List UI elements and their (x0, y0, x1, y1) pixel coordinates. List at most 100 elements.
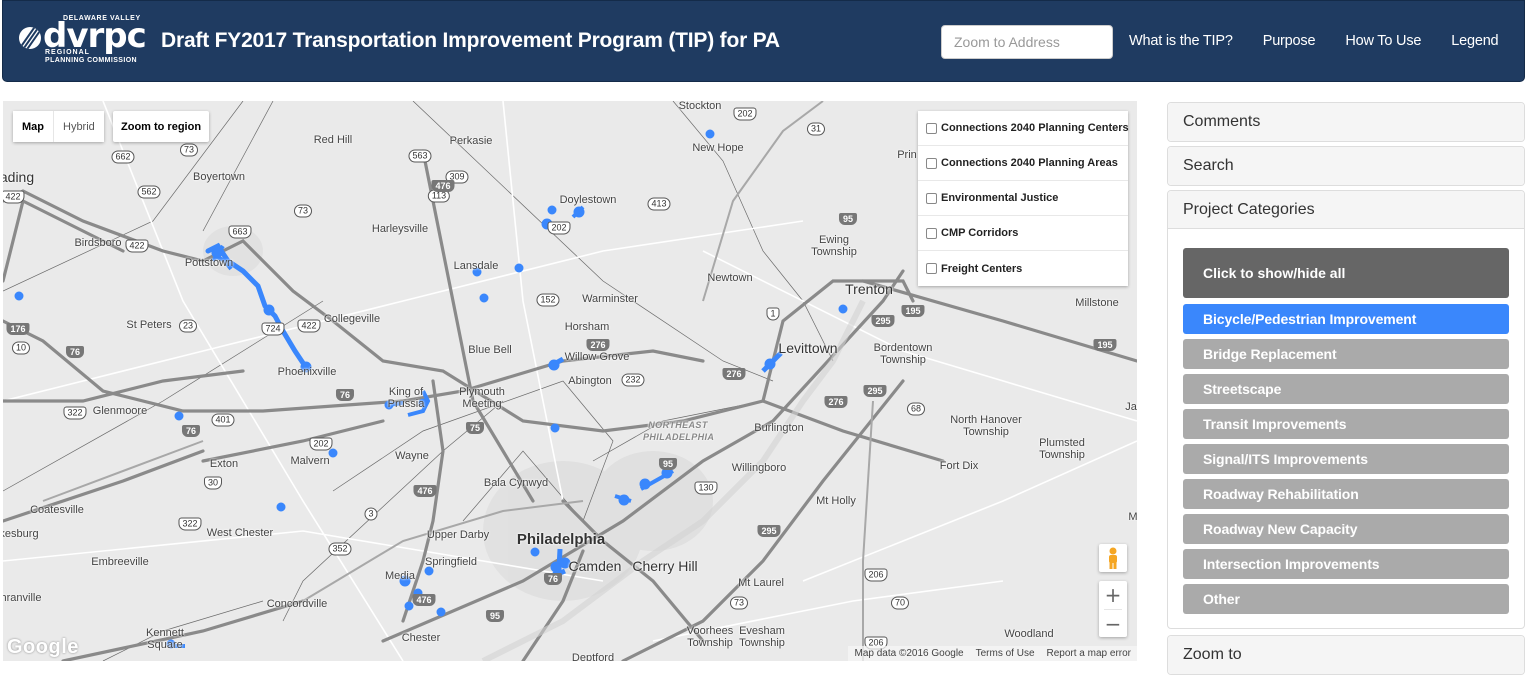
place-label: Mt Holly (816, 495, 856, 507)
zoom-to-region-button[interactable]: Zoom to region (113, 111, 210, 142)
map-type-hybrid-button[interactable]: Hybrid (54, 111, 104, 142)
category-roadway-new-capacity[interactable]: Roadway New Capacity (1183, 514, 1509, 544)
category-bicycle-pedestrian[interactable]: Bicycle/Pedestrian Improvement (1183, 304, 1509, 334)
interstate-shield: 476 (412, 594, 436, 606)
interstate-shield: 295 (757, 525, 781, 537)
street-view-pegman[interactable] (1099, 544, 1127, 572)
map-data-credit: Map data ©2016 Google (854, 648, 964, 659)
layer-label: Freight Centers (941, 262, 1023, 275)
checkbox[interactable] (926, 122, 937, 134)
checkbox[interactable] (926, 263, 937, 274)
layer-label: Connections 2040 Planning Centers (941, 122, 1129, 134)
comments-panel: Comments (1167, 102, 1525, 142)
layer-planning-centers[interactable]: Connections 2040 Planning Centers (918, 111, 1129, 146)
route-shield: 401 (211, 413, 235, 427)
category-bridge-replacement[interactable]: Bridge Replacement (1183, 339, 1509, 369)
pegman-icon (1109, 547, 1117, 569)
project-categories-header[interactable]: Project Categories (1168, 191, 1524, 229)
place-label: Concordville (266, 598, 328, 610)
show-hide-all-button[interactable]: Click to show/hide all (1183, 248, 1509, 298)
interstate-shield: 195 (1093, 339, 1117, 351)
layer-environmental-justice[interactable]: Environmental Justice (918, 181, 1128, 216)
interstate-shield: 75 (465, 422, 485, 434)
place-label: Pottstown (184, 257, 234, 269)
place-label: Coatesville (30, 504, 84, 516)
layer-freight-centers[interactable]: Freight Centers (918, 251, 1128, 286)
logo-sub1: REGIONAL (45, 49, 90, 56)
interstate-shield: 276 (722, 368, 746, 380)
checkbox[interactable] (926, 192, 937, 204)
us-route-shield: 422 (3, 190, 25, 204)
nav-links: What is the TIP? Purpose How To Use Lege… (1129, 33, 1499, 49)
place-label: New Hope (692, 142, 744, 154)
us-route-shield: 30 (203, 476, 223, 490)
report-map-error-link[interactable]: Report a map error (1047, 648, 1131, 659)
category-streetscape[interactable]: Streetscape (1183, 374, 1509, 404)
checkbox[interactable] (926, 157, 937, 169)
us-route-shield: 202 (547, 221, 571, 235)
us-route-shield: 724 (261, 322, 285, 336)
place-label: Deptford (571, 652, 615, 661)
nav-purpose[interactable]: Purpose (1263, 33, 1316, 49)
search-panel-header[interactable]: Search (1168, 147, 1524, 185)
category-other[interactable]: Other (1183, 584, 1509, 614)
place-label: Cherry Hill (632, 558, 698, 574)
category-roadway-rehabilitation[interactable]: Roadway Rehabilitation (1183, 479, 1509, 509)
interstate-shield: 95 (658, 458, 678, 470)
zoom-to-address-input[interactable] (941, 25, 1113, 59)
place-label: Media (385, 570, 415, 582)
interstate-shield: 476 (413, 485, 437, 497)
interstate-shield: 295 (871, 315, 895, 327)
interstate-shield: 76 (181, 425, 201, 437)
route-shield: 662 (111, 150, 135, 164)
category-transit-improvements[interactable]: Transit Improvements (1183, 409, 1509, 439)
place-label: hranville (3, 592, 42, 604)
layer-label: Environmental Justice (941, 192, 1059, 204)
layer-label: Connections 2040 Planning Areas (941, 157, 1118, 169)
page-title: Draft FY2017 Transportation Improvement … (161, 29, 780, 52)
map-type-control: Map Hybrid (13, 111, 104, 142)
checkbox[interactable] (926, 227, 937, 239)
route-shield: 68 (906, 402, 926, 416)
comments-panel-header[interactable]: Comments (1168, 103, 1524, 141)
place-label: Red Hill (313, 134, 353, 146)
place-label: Camden (568, 558, 622, 574)
category-intersection-improvements[interactable]: Intersection Improvements (1183, 549, 1509, 579)
terms-of-use-link[interactable]: Terms of Use (976, 648, 1035, 659)
zoom-in-button[interactable]: + (1099, 581, 1127, 609)
route-shield: 562 (137, 185, 161, 199)
place-label: Perkasie (449, 135, 493, 147)
zoom-out-button[interactable]: − (1099, 610, 1127, 638)
place-label: Plymouth Meeting (459, 386, 505, 410)
place-label: Prin (897, 149, 917, 161)
map-type-map-button[interactable]: Map (13, 111, 53, 142)
route-shield: 413 (647, 197, 671, 211)
place-label: Newtown (707, 272, 753, 284)
project-markers (14, 129, 848, 649)
us-route-shield: 322 (178, 517, 202, 531)
place-label: Abington (568, 375, 612, 387)
place-label: Ewing Township (811, 234, 857, 258)
interstate-shield: 95 (838, 213, 858, 225)
interstate-shield: 76 (335, 389, 355, 401)
nav-how-to-use[interactable]: How To Use (1345, 33, 1421, 49)
nav-what-is-tip[interactable]: What is the TIP? (1129, 33, 1233, 49)
nav-legend[interactable]: Legend (1451, 33, 1498, 49)
dvrpc-logo[interactable]: DELAWARE VALLEY dvrpc REGIONAL PLANNING … (19, 15, 147, 65)
place-label: Voorhees Township (686, 625, 734, 649)
layer-cmp-corridors[interactable]: CMP Corridors (918, 216, 1128, 251)
route-shield: 31 (806, 122, 826, 136)
route-shield: 352 (328, 542, 352, 556)
interstate-shield: 76 (543, 573, 563, 585)
us-route-shield: 202 (733, 107, 757, 121)
route-shield: 232 (621, 373, 645, 387)
zoom-to-panel-header[interactable]: Zoom to (1168, 636, 1524, 674)
category-signal-its[interactable]: Signal/ITS Improvements (1183, 444, 1509, 474)
map-canvas[interactable]: Stockton Red Hill Perkasie New Hope Prin… (3, 101, 1137, 661)
place-label: Glenmoore (92, 405, 148, 417)
place-label: Chester (401, 632, 441, 644)
interstate-shield: 76 (65, 346, 85, 358)
place-label: North Hanover Township (950, 414, 1022, 438)
layer-planning-areas[interactable]: Connections 2040 Planning Areas (918, 146, 1128, 181)
place-label: Levittown (778, 340, 838, 356)
